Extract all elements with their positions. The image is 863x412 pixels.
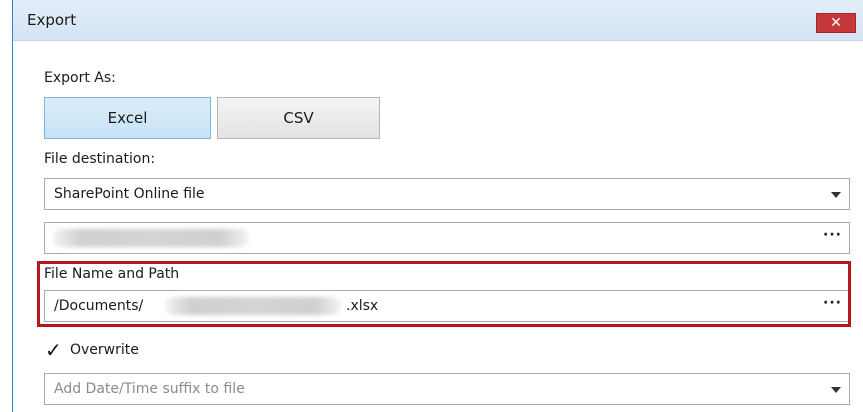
dropdown-arrow-icon	[831, 192, 841, 198]
excel-format-button[interactable]: Excel	[44, 97, 211, 139]
title-bar: Export ✕	[13, 0, 863, 41]
file-destination-label: File destination:	[44, 151, 156, 167]
date-suffix-dropdown[interactable]: Add Date/Time suffix to file	[44, 373, 850, 405]
export-as-label: Export As:	[44, 70, 116, 86]
redacted-site-url	[53, 229, 249, 247]
browse-site-ellipsis-icon[interactable]: ···	[823, 227, 842, 243]
overwrite-checkbox[interactable]: ✓	[45, 338, 62, 362]
dialog-title: Export	[27, 11, 77, 29]
dropdown-arrow-icon	[831, 387, 841, 393]
file-destination-dropdown[interactable]: SharePoint Online file	[44, 178, 850, 210]
file-destination-value: SharePoint Online file	[54, 186, 205, 202]
date-suffix-placeholder: Add Date/Time suffix to file	[54, 381, 245, 397]
close-button[interactable]: ✕	[816, 13, 856, 33]
csv-format-button[interactable]: CSV	[217, 97, 380, 139]
export-dialog: Export ✕ Export As: Excel CSV File desti…	[12, 0, 863, 412]
file-name-path-highlight	[37, 261, 851, 327]
site-url-field[interactable]: ···	[44, 222, 850, 254]
close-icon: ✕	[830, 15, 842, 31]
overwrite-label[interactable]: Overwrite	[70, 342, 139, 358]
